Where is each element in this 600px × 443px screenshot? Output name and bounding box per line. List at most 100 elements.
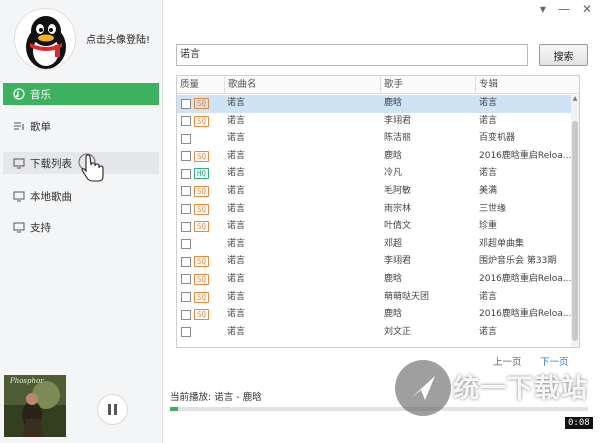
row-checkbox[interactable] <box>181 168 191 179</box>
download-list-icon <box>13 157 25 169</box>
search-input[interactable]: 诺言 <box>176 44 528 66</box>
song-name-cell: 诺言 <box>227 185 246 196</box>
album-cell: 诺言 <box>479 326 498 337</box>
table-row[interactable]: 诺言 邓超 邓超单曲集 <box>177 236 579 254</box>
row-checkbox[interactable] <box>181 151 191 162</box>
pause-icon-bar <box>114 404 117 415</box>
row-checkbox[interactable] <box>181 204 191 215</box>
vertical-scrollbar[interactable] <box>571 95 579 347</box>
table-body: SQ 诺言 鹿晗 诺言 SQ 诺言 李翊君 诺言 诺言 陈洁丽 百变机器 SQ 诺言 鹿晗 2016鹿晗重启… <box>177 95 579 342</box>
table-row[interactable]: SQ 诺言 鹿晗 2016鹿晗重启Reloa... <box>177 271 579 289</box>
table-row[interactable]: SQ 诺言 鹿晗 2016鹿晗重启Reloa... <box>177 306 579 324</box>
row-checkbox[interactable] <box>181 133 191 144</box>
local-music-icon <box>13 190 25 202</box>
scrollbar-thumb[interactable] <box>572 121 578 341</box>
table-row[interactable]: SQ 诺言 毛阿敏 美满 <box>177 183 579 201</box>
now-playing-text: 当前播放: 诺言 - 鹿晗 <box>170 392 262 403</box>
artist-cell: 叶倩文 <box>384 221 412 232</box>
table-row[interactable]: SQ 诺言 鹿晗 诺言 <box>177 95 579 113</box>
row-checkbox[interactable] <box>181 256 191 267</box>
quality-badge: SQ <box>194 273 210 285</box>
album-cell: 诺言 <box>479 168 498 179</box>
table-row[interactable]: SQ 诺言 鹿晗 2016鹿晗重启Reloa... <box>177 148 579 166</box>
scroll-up-arrow-icon[interactable]: ▲ <box>571 95 579 103</box>
qq-penguin-avatar[interactable] <box>14 8 76 70</box>
album-cell: 三世缘 <box>479 203 507 214</box>
sidebar-item-music[interactable]: 音乐 <box>3 83 159 105</box>
table-row[interactable]: SQ 诺言 雨宗林 三世缘 <box>177 201 579 219</box>
table-row[interactable]: 诺言 陈洁丽 百变机器 <box>177 130 579 148</box>
sidebar: 点击头像登陆! 音乐 歌单 下载列表 本地歌曲 支持 Phosphor <box>0 0 163 443</box>
album-cell: 诺言 <box>479 291 498 302</box>
column-header-artist[interactable]: 歌手 <box>380 76 478 94</box>
artist-cell: 鹿晗 <box>384 309 403 320</box>
song-name-cell: 诺言 <box>227 326 246 337</box>
progress-bar-fill <box>170 407 179 411</box>
artist-cell: 冷凡 <box>384 168 403 179</box>
quality-badge: SQ <box>194 221 210 233</box>
artist-cell: 雨宗林 <box>384 203 412 214</box>
results-table: 质量 歌曲名 歌手 专辑 SQ 诺言 鹿晗 诺言 SQ 诺言 李翊君 诺言 诺言 陈洁丽 百变机器 S… <box>176 75 580 348</box>
quality-badge: SQ <box>194 150 210 162</box>
row-checkbox[interactable] <box>181 292 191 303</box>
album-cell: 2016鹿晗重启Reloa... <box>479 273 572 284</box>
album-cell: 诺言 <box>479 98 498 108</box>
quality-badge: SQ <box>194 309 210 321</box>
song-name-cell: 诺言 <box>227 98 246 108</box>
song-name-cell: 诺言 <box>227 256 246 267</box>
quality-badge: SQ <box>194 98 210 109</box>
row-checkbox[interactable] <box>181 186 191 197</box>
sidebar-item-playlist[interactable]: 歌单 <box>3 115 159 137</box>
song-name-cell: 诺言 <box>227 221 246 232</box>
quality-badge: HQ <box>194 168 210 180</box>
artist-cell: 刘文正 <box>384 326 412 337</box>
row-checkbox[interactable] <box>181 274 191 285</box>
sidebar-item-label: 歌单 <box>30 120 51 133</box>
login-prompt[interactable]: 点击头像登陆! <box>86 31 150 46</box>
sidebar-item-support[interactable]: 支持 <box>3 216 159 238</box>
row-checkbox[interactable] <box>181 309 191 320</box>
artist-cell: 萌萌哒天团 <box>384 291 430 302</box>
dropdown-menu-icon[interactable]: ▾ <box>540 2 546 16</box>
sidebar-item-label: 音乐 <box>30 88 51 101</box>
album-cell: 百变机器 <box>479 133 516 144</box>
album-art[interactable]: Phosphor <box>4 375 66 437</box>
song-name-cell: 诺言 <box>227 150 246 161</box>
hand-cursor-icon <box>77 151 111 185</box>
watermark-text: 统一下载站 <box>453 374 589 404</box>
artist-cell: 李翊君 <box>384 256 412 267</box>
playlist-icon <box>13 120 25 132</box>
progress-bar[interactable] <box>170 407 588 411</box>
artist-cell: 李翊君 <box>384 115 412 126</box>
table-header: 质量 歌曲名 歌手 专辑 <box>177 76 579 94</box>
table-row[interactable]: 诺言 刘文正 诺言 <box>177 324 579 342</box>
column-header-album[interactable]: 专辑 <box>475 76 573 94</box>
table-row[interactable]: SQ 诺言 李翊君 围炉音乐会 第33期 <box>177 253 579 271</box>
next-page-link[interactable]: 下一页 <box>540 354 569 368</box>
album-cell: 2016鹿晗重启Reloa... <box>479 150 572 161</box>
table-row[interactable]: SQ 诺言 李翊君 诺言 <box>177 113 579 131</box>
search-button[interactable]: 搜索 <box>539 44 588 66</box>
row-checkbox[interactable] <box>181 327 191 338</box>
column-header-quality[interactable]: 质量 <box>177 76 227 94</box>
pause-button[interactable] <box>97 394 128 425</box>
close-icon[interactable]: ✕ <box>582 2 592 16</box>
row-checkbox[interactable] <box>181 116 191 127</box>
sidebar-item-local-music[interactable]: 本地歌曲 <box>3 185 159 207</box>
song-name-cell: 诺言 <box>227 133 246 144</box>
quality-badge: SQ <box>194 256 210 268</box>
row-checkbox[interactable] <box>181 98 191 109</box>
prev-page-link[interactable]: 上一页 <box>493 354 522 368</box>
minimize-icon[interactable]: — <box>558 2 570 16</box>
music-icon <box>13 88 25 100</box>
artist-cell: 陈洁丽 <box>384 133 412 144</box>
table-row[interactable]: SQ 诺言 叶倩文 珍重 <box>177 218 579 236</box>
row-checkbox[interactable] <box>181 221 191 232</box>
quality-badge: SQ <box>194 115 210 127</box>
row-checkbox[interactable] <box>181 239 191 250</box>
column-header-song-name[interactable]: 歌曲名 <box>224 76 380 94</box>
song-name-cell: 诺言 <box>227 309 246 320</box>
penguin-icon <box>15 9 75 69</box>
table-row[interactable]: SQ 诺言 萌萌哒天团 诺言 <box>177 289 579 307</box>
table-row[interactable]: HQ 诺言 冷凡 诺言 <box>177 165 579 183</box>
